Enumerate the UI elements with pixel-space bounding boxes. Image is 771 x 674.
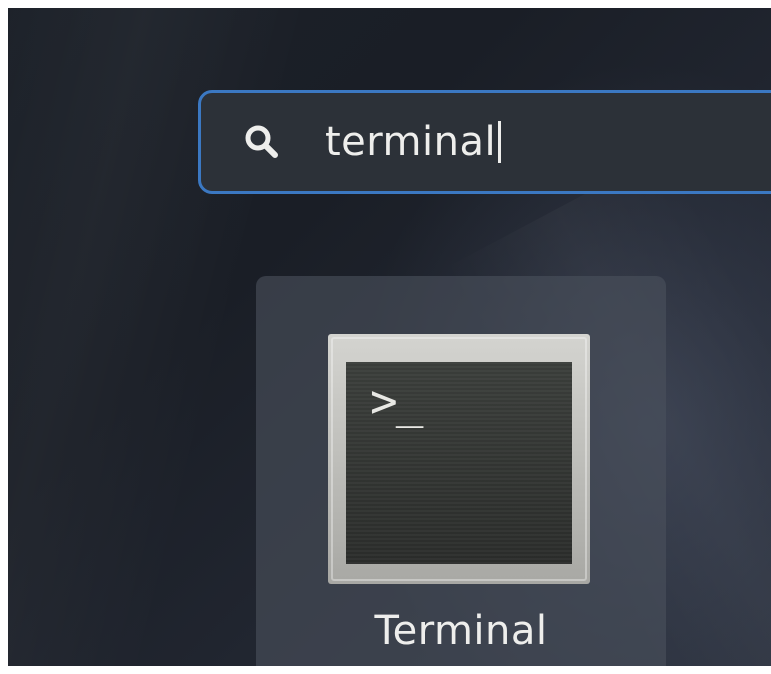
search-entry[interactable]: terminal <box>198 90 771 194</box>
app-result-label: Terminal <box>374 608 548 654</box>
search-icon <box>243 123 281 161</box>
terminal-prompt-glyph: >_ <box>370 374 423 428</box>
terminal-icon: >_ <box>328 334 590 584</box>
search-query-text: terminal <box>325 119 497 165</box>
search-input[interactable]: terminal <box>325 119 502 165</box>
activities-overview: terminal >_ Terminal <box>8 8 771 666</box>
app-result-terminal[interactable]: >_ Terminal <box>256 276 666 666</box>
text-cursor <box>498 121 502 163</box>
